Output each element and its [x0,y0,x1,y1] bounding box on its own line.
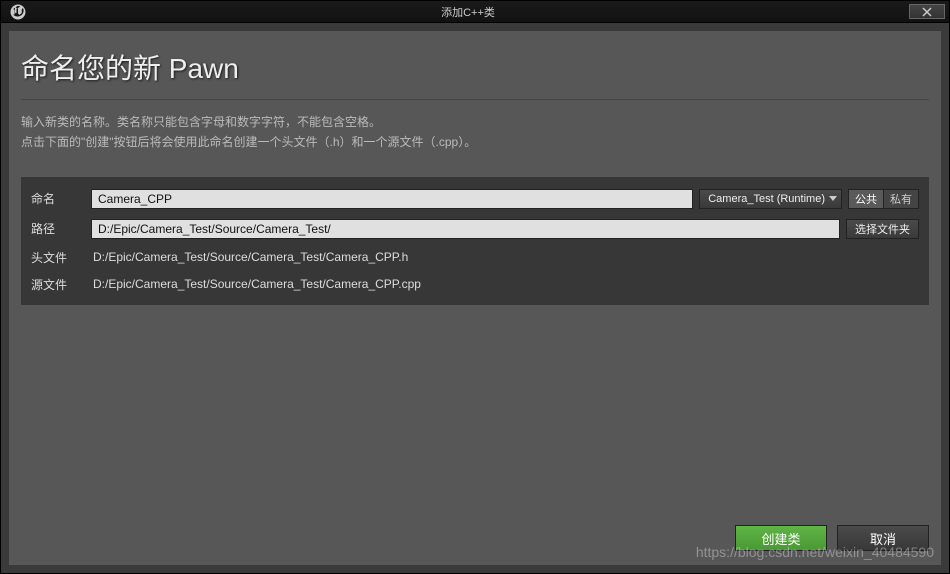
browse-folder-button[interactable]: 选择文件夹 [846,219,919,239]
close-button[interactable] [909,4,945,19]
page-title: 命名您的新 Pawn [21,47,929,87]
module-dropdown[interactable]: Camera_Test (Runtime) [699,189,842,209]
path-input[interactable] [91,219,840,239]
close-icon [922,7,932,17]
create-class-button[interactable]: 创建类 [735,525,827,551]
chevron-down-icon [829,196,837,201]
name-label: 命名 [31,190,91,207]
private-toggle[interactable]: 私有 [883,189,919,209]
header-file-value: D:/Epic/Camera_Test/Source/Camera_Test/C… [91,250,919,264]
module-dropdown-label: Camera_Test (Runtime) [708,193,825,205]
path-row: 路径 选择文件夹 [31,219,919,239]
name-row: 命名 Camera_Test (Runtime) 公共 私有 [31,189,919,209]
description-line-2: 点击下面的"创建"按钮后将会使用此命名创建一个头文件（.h）和一个源文件（.cp… [21,132,929,152]
header-section: 命名您的新 Pawn 输入新类的名称。类名称只能包含字母和数字字符，不能包含空格… [9,31,941,163]
dialog-window: 添加C++类 命名您的新 Pawn 输入新类的名称。类名称只能包含字母和数字字符… [0,0,950,574]
titlebar: 添加C++类 [1,1,949,23]
cancel-button[interactable]: 取消 [837,525,929,551]
window-title: 添加C++类 [27,4,909,20]
header-file-label: 头文件 [31,249,91,266]
path-label: 路径 [31,220,91,237]
dialog-content: 命名您的新 Pawn 输入新类的名称。类名称只能包含字母和数字字符，不能包含空格… [9,31,941,565]
public-toggle[interactable]: 公共 [848,189,883,209]
class-name-input[interactable] [91,189,693,209]
header-file-row: 头文件 D:/Epic/Camera_Test/Source/Camera_Te… [31,249,919,266]
footer-buttons: 创建类 取消 [9,515,941,565]
source-file-value: D:/Epic/Camera_Test/Source/Camera_Test/C… [91,277,919,291]
form-panel: 命名 Camera_Test (Runtime) 公共 私有 路径 选择文件夹 [21,177,929,305]
source-file-row: 源文件 D:/Epic/Camera_Test/Source/Camera_Te… [31,276,919,293]
divider [21,99,929,100]
unreal-logo-icon [9,3,27,21]
description-line-1: 输入新类的名称。类名称只能包含字母和数字字符，不能包含空格。 [21,112,929,132]
visibility-toggle: 公共 私有 [848,189,919,209]
source-file-label: 源文件 [31,276,91,293]
